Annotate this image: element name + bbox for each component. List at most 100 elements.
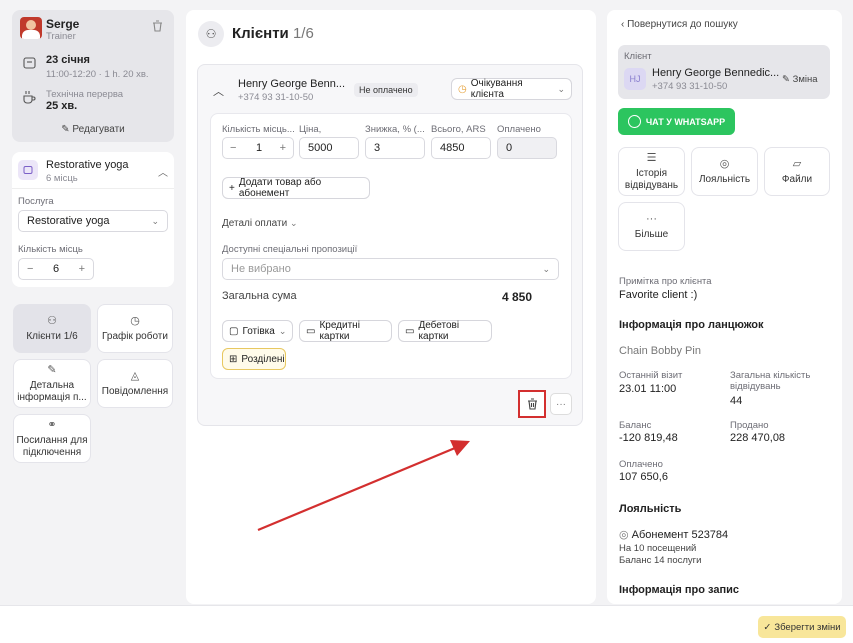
annotation-arrow xyxy=(257,440,470,532)
card-icon: ▭ xyxy=(405,325,415,337)
clock-icon: ◷ xyxy=(130,314,140,327)
footer-bar xyxy=(0,605,853,643)
note-value: Favorite client :) xyxy=(619,289,698,301)
balance-value: -120 819,48 xyxy=(619,432,678,444)
trainer-card: Serge Trainer 23 січня 11:00-12:20 · 1 h… xyxy=(12,10,174,142)
col-total-label: Всього, ARS xyxy=(431,124,486,135)
subscription-desc: На 10 посещений xyxy=(619,543,697,554)
dots-icon: ··· xyxy=(646,212,657,225)
nav-link[interactable]: ⚭ Посилання для підключення xyxy=(13,414,91,463)
sold-label: Продано xyxy=(730,420,769,431)
sum-label: Загальна сума xyxy=(222,290,297,302)
sold-value: 228 470,08 xyxy=(730,432,786,444)
client-name: Henry George Bennedic... xyxy=(652,67,780,79)
payment-details-toggle[interactable]: Деталі оплати ⌄ xyxy=(222,218,298,229)
minus-icon[interactable]: − xyxy=(27,263,33,275)
record-heading: Інформація про запис xyxy=(619,584,739,596)
minus-icon[interactable]: − xyxy=(230,142,236,154)
break-value: 25 хв. xyxy=(46,100,78,112)
loyalty-button[interactable]: ◎ Лояльність xyxy=(691,147,758,196)
chevron-down-icon: ⌄ xyxy=(557,83,565,94)
last-visit-value: 23.01 11:00 xyxy=(619,383,677,395)
whatsapp-icon xyxy=(627,115,641,128)
pay-cash-select[interactable]: ▢ Готівка ⌄ xyxy=(222,320,293,342)
add-item-button[interactable]: + Додати товар або абонемент xyxy=(222,177,370,199)
paid-value: 107 650,6 xyxy=(619,471,668,483)
visits-label: Загальна кількість відвідувань xyxy=(730,370,811,392)
chevron-down-icon: ⌄ xyxy=(542,263,550,274)
service-label: Послуга xyxy=(18,196,54,207)
subscription-name: ◎ Абонемент 523784 xyxy=(619,529,729,541)
nav-details[interactable]: ✎ Детальна інформація п... xyxy=(13,359,91,408)
loyalty-heading: Лояльність xyxy=(619,503,682,515)
col-qty-label: Кількість місць... xyxy=(222,124,295,135)
folder-icon: ▱ xyxy=(792,157,802,170)
files-button[interactable]: ▱ Файли xyxy=(764,147,830,196)
service-select[interactable]: Restorative yoga ⌄ xyxy=(18,210,168,232)
trainer-name: Serge xyxy=(46,17,80,31)
users-icon: ⚇ xyxy=(47,314,57,327)
change-client-button[interactable]: ✎ Зміна xyxy=(782,74,818,85)
client-label: Клієнт xyxy=(624,51,652,62)
trainer-avatar xyxy=(20,17,42,39)
col-price-label: Ціна, xyxy=(299,124,322,135)
paid-input: 0 xyxy=(497,137,557,159)
chevron-down-icon: ⌄ xyxy=(278,325,287,336)
pencil-icon: ✎ xyxy=(782,74,793,85)
waiting-status-select[interactable]: ◷ Очікування клієнта ⌄ xyxy=(451,78,572,100)
payment-status-badge: Не оплачено xyxy=(354,83,418,97)
nav-clients[interactable]: ⚇ Клієнти 1/6 xyxy=(13,304,91,353)
sum-value: 4 850 xyxy=(502,290,533,304)
chevron-up-icon[interactable]: ︿ xyxy=(213,83,224,99)
chain-name: Chain Bobby Pin xyxy=(619,345,701,357)
nav-notifications[interactable]: ◬ Повідомлення xyxy=(97,359,173,408)
more-button[interactable]: ··· Більше xyxy=(618,202,685,251)
trash-icon[interactable] xyxy=(152,20,163,35)
pay-credit-button[interactable]: ▭ Кредитні картки xyxy=(299,320,392,342)
whatsapp-button[interactable]: ЧАТ У WHATSAPP xyxy=(618,108,735,135)
client-phone: +374 93 31-10-50 xyxy=(652,81,728,92)
plus-icon[interactable]: + xyxy=(79,263,85,275)
link-icon: ⚭ xyxy=(47,418,57,431)
offers-select[interactable]: Не вибрано ⌄ xyxy=(222,258,559,280)
nav-schedule[interactable]: ◷ Графік роботи xyxy=(97,304,173,353)
chevron-up-icon[interactable]: ︿ xyxy=(158,164,168,179)
check-icon: ✓ xyxy=(763,621,772,633)
chain-heading: Інформація про ланцюжок xyxy=(619,319,764,331)
calendar-badge-icon xyxy=(18,160,38,180)
back-link[interactable]: ‹ Повернутися до пошуку xyxy=(621,19,738,30)
session-title: Restorative yoga xyxy=(46,159,129,171)
check-circle-icon: ◎ xyxy=(619,529,632,541)
price-input[interactable]: 5000 xyxy=(299,137,359,159)
discount-input[interactable]: 3 xyxy=(365,137,425,159)
session-card: Restorative yoga 6 місць ︿ Послуга Resto… xyxy=(12,152,174,287)
break-label: Технічна перерва xyxy=(46,89,124,100)
save-changes-button[interactable]: ✓ Зберегти зміни xyxy=(758,616,846,638)
edit-trainer-button[interactable]: ✎ Редагувати xyxy=(12,124,174,135)
more-options-button[interactable]: ··· xyxy=(550,393,572,415)
clock-icon: ◷ xyxy=(458,83,467,95)
session-date: 23 січня xyxy=(46,54,90,66)
plus-icon[interactable]: + xyxy=(280,142,286,154)
plus-icon: + xyxy=(229,182,235,194)
paid-label: Оплачено xyxy=(619,459,663,470)
history-button[interactable]: ☰ Історія відвідувань xyxy=(618,147,685,196)
places-stepper[interactable]: − 6 + xyxy=(18,258,94,280)
visits-value: 44 xyxy=(730,395,743,407)
places-label: Кількість місць xyxy=(18,244,83,255)
delete-client-button[interactable] xyxy=(518,390,546,418)
pay-debit-button[interactable]: ▭ Дебетові картки xyxy=(398,320,492,342)
total-input[interactable]: 4850 xyxy=(431,137,491,159)
offers-label: Доступні спеціальні пропозиції xyxy=(222,244,358,255)
list-icon: ☰ xyxy=(646,151,657,164)
chevron-down-icon: ⌄ xyxy=(151,215,159,226)
card-icon: ▭ xyxy=(306,325,316,337)
balance-label: Баланс xyxy=(619,420,652,431)
subscription-balance: Баланс 14 послуги xyxy=(619,555,702,566)
qty-stepper[interactable]: − 1 + xyxy=(222,137,294,159)
pay-split-button[interactable]: ⊞ Розділені xyxy=(222,348,286,370)
client-initials-avatar: HJ xyxy=(624,68,646,90)
calendar-icon xyxy=(23,56,36,72)
col-paid-label: Оплачено xyxy=(497,124,541,135)
note-label: Примітка про клієнта xyxy=(619,276,712,287)
